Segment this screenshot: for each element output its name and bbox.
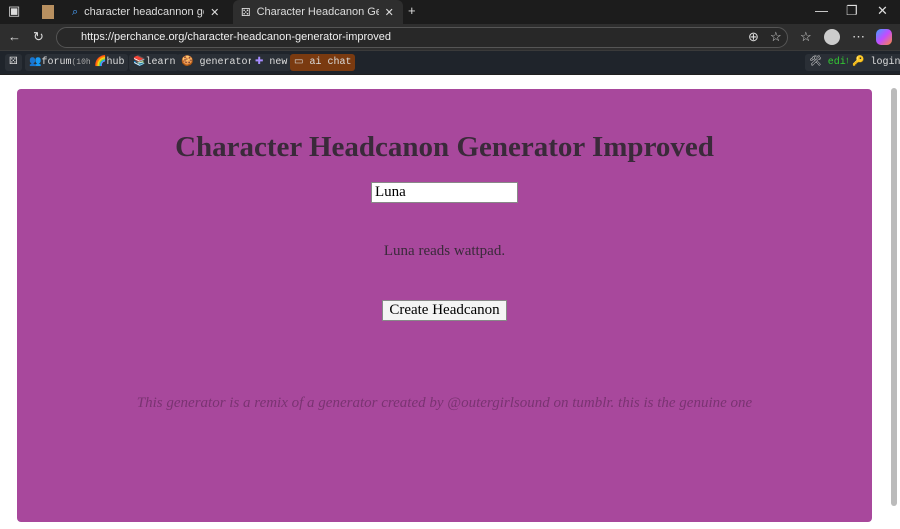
new-link[interactable]: ✚ new [251, 54, 292, 71]
back-icon[interactable]: ← [8, 29, 21, 44]
restore-button[interactable]: ❐ [846, 3, 858, 19]
star-icon[interactable]: ☆ [770, 29, 782, 45]
address-bar: ← ↻ https://perchance.org/character-head… [0, 24, 900, 50]
tab-active[interactable]: ⚄Character Headcanon Generator Improved✕ [233, 0, 403, 24]
more-icon[interactable]: ⋯ [852, 29, 865, 45]
url-field[interactable]: https://perchance.org/character-headcano… [56, 27, 788, 48]
page-title: Character Headcanon Generator Improved [175, 131, 714, 163]
forum-link[interactable]: 👥forum(10h) [25, 54, 100, 71]
search-icon: ⌕ [72, 5, 79, 18]
page-content: Character Headcanon Generator Improved L… [0, 75, 900, 529]
pinned-tab-icon[interactable] [42, 5, 54, 19]
headcanon-output: Luna reads wattpad. [383, 243, 506, 259]
copilot-icon[interactable] [876, 29, 892, 45]
footer-note: This generator is a remix of a generator… [136, 395, 753, 411]
favorites-icon[interactable]: ☆ [800, 29, 812, 45]
learn-link[interactable]: 📚learn [129, 54, 180, 71]
minimize-button[interactable]: — [815, 3, 828, 18]
perchance-toolbar: ⚄ 👥forum(10h) 🌈hub 📚learn 🍪 generators ✚… [0, 50, 900, 74]
close-icon[interactable]: ✕ [210, 6, 219, 19]
sidebar-icon[interactable]: ▣ [8, 3, 20, 19]
tab-search[interactable]: ⌕character headcannon generator✕ [64, 0, 229, 24]
zoom-icon[interactable]: ⊕ [748, 29, 759, 45]
home-icon[interactable]: ⚄ [5, 54, 22, 71]
tab-bar: ▣ ⌕character headcannon generator✕ ⚄Char… [0, 0, 900, 24]
character-name-input[interactable] [371, 182, 518, 203]
close-icon[interactable]: ✕ [385, 6, 394, 19]
ai-chat-link[interactable]: ▭ ai chat [290, 54, 356, 71]
reload-icon[interactable]: ↻ [33, 29, 44, 45]
avatar[interactable] [824, 29, 840, 45]
hub-link[interactable]: 🌈hub [90, 54, 129, 71]
new-tab-button[interactable]: + [408, 3, 416, 18]
generator-card: Character Headcanon Generator Improved L… [17, 89, 872, 522]
login-link[interactable]: 🔑 login [848, 54, 900, 71]
close-window-button[interactable]: ✕ [877, 3, 888, 19]
create-headcanon-button[interactable]: Create Headcanon [382, 300, 507, 321]
perchance-icon: ⚄ [241, 6, 251, 19]
scrollbar[interactable] [891, 88, 897, 506]
